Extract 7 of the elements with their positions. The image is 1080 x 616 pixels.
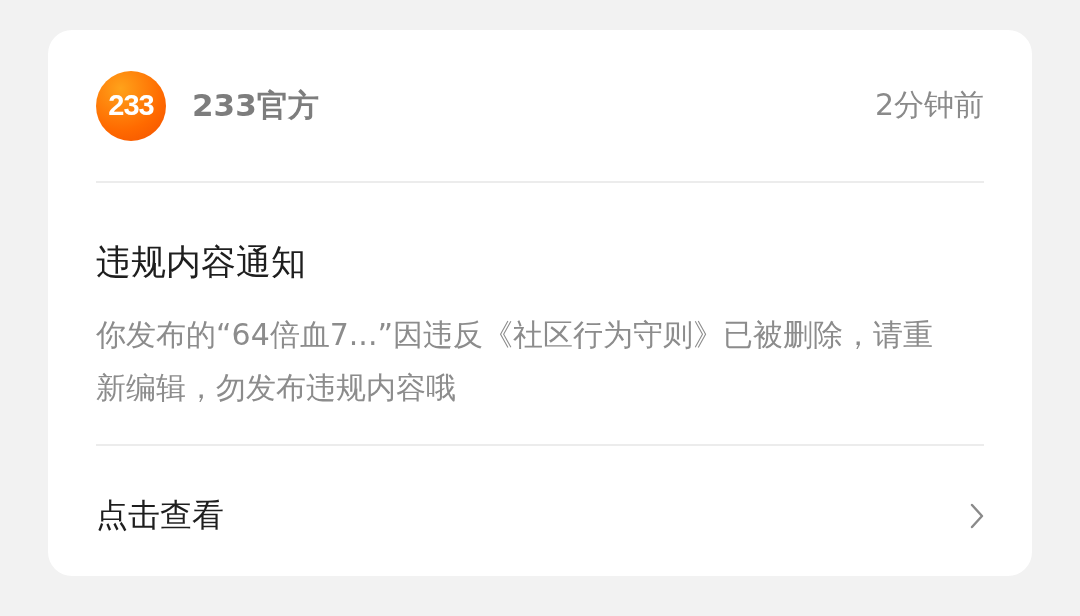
avatar-logo: 233: [96, 70, 166, 141]
notice-body: 你发布的“64倍血7...”因违反《社区行为守则》已被删除，请重新编辑，勿发布违规内容哦: [96, 316, 934, 407]
sender-name: 233官方: [192, 85, 319, 125]
chevron-right-icon: [970, 503, 984, 529]
notice-title: 违规内容通知: [96, 241, 307, 284]
view-link[interactable]: 点击查看: [96, 496, 984, 536]
timestamp: 2分钟前: [874, 86, 984, 124]
